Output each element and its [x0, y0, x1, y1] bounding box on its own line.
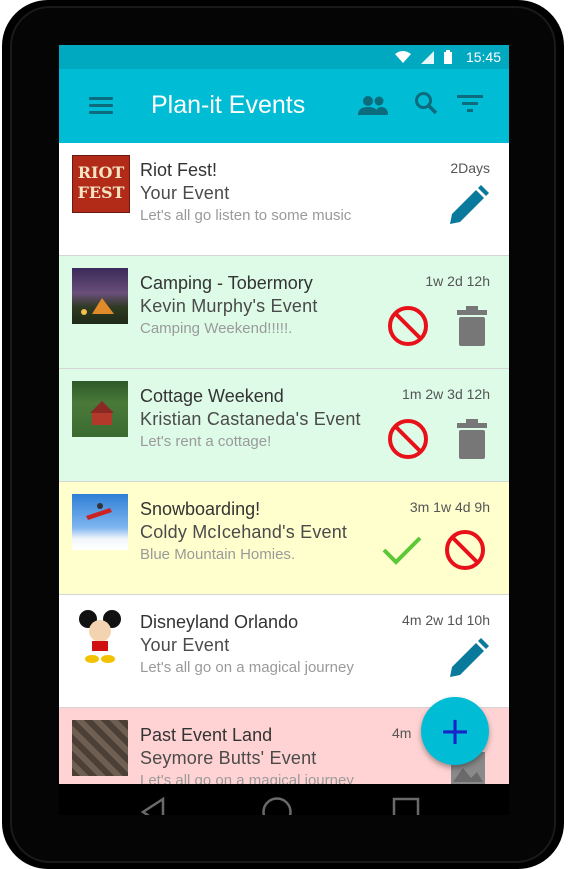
event-thumbnail: RIOT FEST [72, 155, 130, 213]
status-bar: 15:45 [59, 45, 509, 69]
app-title: Plan-it Events [151, 91, 306, 119]
trash-icon[interactable] [457, 306, 487, 346]
navigation-bar [59, 784, 509, 815]
event-description: Let's all go listen to some music [140, 207, 352, 224]
event-time-left: 2Days [450, 160, 490, 176]
thumbnail-logo-text: RIOT FEST [77, 163, 125, 202]
event-title: Past Event Land [140, 725, 273, 745]
event-time-left: 3m 1w 4d 9h [409, 499, 490, 515]
event-description: Let's rent a cottage! [140, 433, 272, 450]
event-row[interactable]: Disneyland Orlando Your Event Let's all … [59, 595, 509, 708]
event-owner: Coldy McIcehand's Event [140, 522, 348, 542]
app-bar: Plan-it Events [59, 69, 509, 143]
clock: 15:45 [465, 49, 501, 65]
event-owner: Kristian Castaneda's Event [140, 409, 361, 429]
wifi-icon [394, 50, 411, 63]
home-icon[interactable] [261, 796, 293, 815]
edit-icon[interactable] [448, 637, 490, 679]
event-row[interactable]: Camping - Tobermory Kevin Murphy's Event… [59, 256, 509, 369]
event-thumbnail [72, 607, 128, 663]
app-screen: 15:45 Plan-it Events RIOT FEST Riot Fest… [59, 45, 509, 815]
edit-icon[interactable] [448, 184, 490, 226]
filter-icon[interactable] [457, 95, 483, 113]
event-time-left: 1w 2d 12h [425, 273, 490, 289]
event-thumbnail [72, 268, 128, 324]
decline-icon[interactable] [387, 305, 429, 347]
event-owner: Your Event [140, 635, 230, 655]
people-icon[interactable] [357, 95, 389, 115]
event-time-left: 4m [392, 725, 412, 741]
event-owner: Your Event [140, 183, 230, 203]
event-thumbnail [72, 494, 128, 550]
event-thumbnail [72, 720, 128, 776]
event-title: Riot Fest! [140, 160, 218, 180]
event-title: Disneyland Orlando [140, 612, 299, 632]
event-title: Camping - Tobermory [140, 273, 313, 293]
event-list: RIOT FEST Riot Fest! Your Event Let's al… [59, 143, 509, 815]
accept-check-icon[interactable] [382, 534, 422, 566]
event-title: Snowboarding! [140, 499, 261, 519]
trash-icon[interactable] [457, 419, 487, 459]
plus-icon: + [439, 709, 471, 753]
event-description: Camping Weekend!!!!!. [140, 320, 293, 337]
decline-icon[interactable] [444, 529, 486, 571]
add-event-button[interactable]: + [421, 697, 489, 765]
event-row[interactable]: Snowboarding! Coldy McIcehand's Event Bl… [59, 482, 509, 595]
back-icon[interactable] [139, 796, 167, 815]
event-thumbnail [72, 381, 128, 437]
decline-icon[interactable] [387, 418, 429, 460]
event-owner: Kevin Murphy's Event [140, 296, 318, 316]
event-description: Blue Mountain Homies. [140, 546, 296, 563]
event-time-left: 1m 2w 3d 12h [402, 386, 490, 402]
battery-icon [443, 50, 452, 64]
menu-icon[interactable] [89, 97, 113, 115]
event-title: Cottage Weekend [140, 386, 284, 406]
search-icon[interactable] [414, 91, 438, 115]
event-time-left: 4m 2w 1d 10h [402, 612, 490, 628]
signal-icon [420, 50, 434, 64]
event-row[interactable]: RIOT FEST Riot Fest! Your Event Let's al… [59, 143, 509, 256]
event-owner: Seymore Butts' Event [140, 748, 317, 768]
recents-icon[interactable] [392, 797, 420, 815]
event-description: Let's all go on a magical journey [140, 659, 354, 676]
event-row[interactable]: Cottage Weekend Kristian Castaneda's Eve… [59, 369, 509, 482]
